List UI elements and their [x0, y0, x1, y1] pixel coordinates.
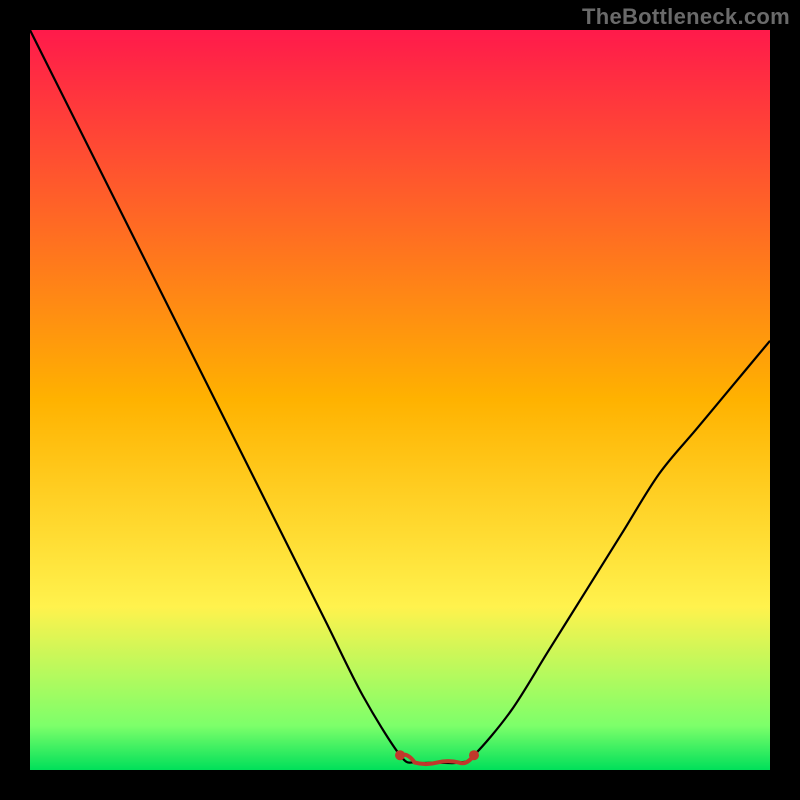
chart-frame: TheBottleneck.com — [0, 0, 800, 800]
chart-svg — [30, 30, 770, 770]
chart-background — [30, 30, 770, 770]
optimal-band-endpoint — [469, 750, 479, 760]
optimal-band-endpoint — [395, 750, 405, 760]
bottleneck-chart — [30, 30, 770, 770]
watermark-label: TheBottleneck.com — [582, 4, 790, 30]
